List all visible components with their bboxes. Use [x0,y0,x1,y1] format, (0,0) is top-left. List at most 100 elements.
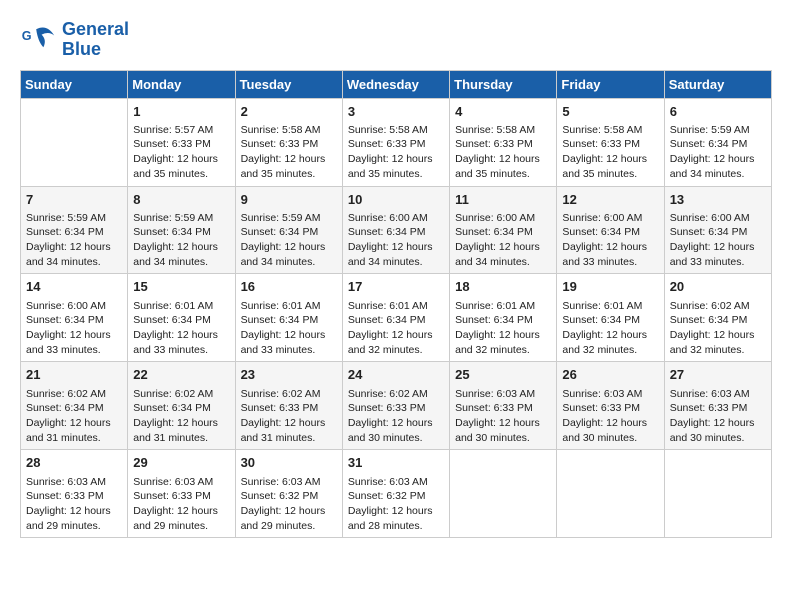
day-info: Sunrise: 5:58 AMSunset: 6:33 PMDaylight:… [241,123,337,182]
logo-text: GeneralBlue [62,20,129,60]
day-info: Sunrise: 6:03 AMSunset: 6:33 PMDaylight:… [562,387,658,446]
calendar-cell [664,450,771,538]
day-info: Sunrise: 6:02 AMSunset: 6:34 PMDaylight:… [133,387,229,446]
calendar-cell: 14 Sunrise: 6:00 AMSunset: 6:34 PMDayligh… [21,274,128,362]
logo-icon: G [20,22,56,58]
day-number: 21 [26,366,122,384]
calendar-cell: 24Sunrise: 6:02 AMSunset: 6:33 PMDayligh… [342,362,449,450]
calendar-cell: 9Sunrise: 5:59 AMSunset: 6:34 PMDaylight… [235,186,342,274]
day-number: 26 [562,366,658,384]
day-number: 25 [455,366,551,384]
day-info: Sunrise: 6:03 AMSunset: 6:33 PMDaylight:… [26,475,122,534]
calendar-cell: 22 Sunrise: 6:02 AMSunset: 6:34 PMDayligh… [128,362,235,450]
calendar-cell: 11 Sunrise: 6:00 AMSunset: 6:34 PMDayligh… [450,186,557,274]
day-number: 15 [133,278,229,296]
calendar-cell: 19 Sunrise: 6:01 AMSunset: 6:34 PMDayligh… [557,274,664,362]
calendar-cell: 8 Sunrise: 5:59 AMSunset: 6:34 PMDaylight… [128,186,235,274]
week-row-2: 7 Sunrise: 5:59 AMSunset: 6:34 PMDaylight… [21,186,772,274]
day-info: Sunrise: 6:03 AMSunset: 6:32 PMDaylight:… [241,475,337,534]
day-info: Sunrise: 6:00 AMSunset: 6:34 PMDaylight:… [26,299,122,358]
day-info: Sunrise: 6:02 AMSunset: 6:34 PMDaylight:… [670,299,766,358]
day-info: Sunrise: 5:57 AMSunset: 6:33 PMDaylight:… [133,123,229,182]
day-number: 24 [348,366,444,384]
day-info: Sunrise: 6:01 AMSunset: 6:34 PMDaylight:… [455,299,551,358]
svg-text:G: G [22,29,32,43]
column-header-saturday: Saturday [664,70,771,98]
column-header-wednesday: Wednesday [342,70,449,98]
page-header: G GeneralBlue [20,20,772,60]
calendar-cell: 20 Sunrise: 6:02 AMSunset: 6:34 PMDayligh… [664,274,771,362]
week-row-5: 28Sunrise: 6:03 AMSunset: 6:33 PMDayligh… [21,450,772,538]
calendar-cell: 1 Sunrise: 5:57 AMSunset: 6:33 PMDaylight… [128,98,235,186]
day-number: 6 [670,103,766,121]
day-info: Sunrise: 5:58 AMSunset: 6:33 PMDaylight:… [455,123,551,182]
day-number: 29 [133,454,229,472]
day-number: 27 [670,366,766,384]
day-number: 3 [348,103,444,121]
column-header-friday: Friday [557,70,664,98]
calendar-cell: 2 Sunrise: 5:58 AMSunset: 6:33 PMDaylight… [235,98,342,186]
calendar-table: SundayMondayTuesdayWednesdayThursdayFrid… [20,70,772,539]
day-number: 2 [241,103,337,121]
calendar-cell [450,450,557,538]
day-number: 16 [241,278,337,296]
day-number: 12 [562,191,658,209]
day-number: 4 [455,103,551,121]
calendar-cell: 31 Sunrise: 6:03 AMSunset: 6:32 PMDayligh… [342,450,449,538]
calendar-cell: 29 Sunrise: 6:03 AMSunset: 6:33 PMDayligh… [128,450,235,538]
day-info: Sunrise: 6:03 AMSunset: 6:33 PMDaylight:… [455,387,551,446]
day-number: 18 [455,278,551,296]
calendar-cell: 30Sunrise: 6:03 AMSunset: 6:32 PMDayligh… [235,450,342,538]
day-info: Sunrise: 6:01 AMSunset: 6:34 PMDaylight:… [562,299,658,358]
logo: G GeneralBlue [20,20,129,60]
day-number: 8 [133,191,229,209]
day-info: Sunrise: 6:01 AMSunset: 6:34 PMDaylight:… [348,299,444,358]
column-header-thursday: Thursday [450,70,557,98]
calendar-cell: 7 Sunrise: 5:59 AMSunset: 6:34 PMDaylight… [21,186,128,274]
day-number: 14 [26,278,122,296]
day-info: Sunrise: 6:03 AMSunset: 6:32 PMDaylight:… [348,475,444,534]
day-info: Sunrise: 6:03 AMSunset: 6:33 PMDaylight:… [133,475,229,534]
calendar-body: 1 Sunrise: 5:57 AMSunset: 6:33 PMDaylight… [21,98,772,538]
calendar-cell: 27 Sunrise: 6:03 AMSunset: 6:33 PMDayligh… [664,362,771,450]
day-info: Sunrise: 5:59 AMSunset: 6:34 PMDaylight:… [670,123,766,182]
day-number: 10 [348,191,444,209]
calendar-cell: 10 Sunrise: 6:00 AMSunset: 6:34 PMDayligh… [342,186,449,274]
day-info: Sunrise: 5:59 AMSunset: 6:34 PMDaylight:… [26,211,122,270]
day-info: Sunrise: 6:01 AMSunset: 6:34 PMDaylight:… [241,299,337,358]
calendar-cell [557,450,664,538]
calendar-cell: 15 Sunrise: 6:01 AMSunset: 6:34 PMDayligh… [128,274,235,362]
week-row-1: 1 Sunrise: 5:57 AMSunset: 6:33 PMDaylight… [21,98,772,186]
calendar-cell: 18 Sunrise: 6:01 AMSunset: 6:34 PMDayligh… [450,274,557,362]
day-info: Sunrise: 6:00 AMSunset: 6:34 PMDaylight:… [348,211,444,270]
calendar-cell: 12 Sunrise: 6:00 AMSunset: 6:34 PMDayligh… [557,186,664,274]
day-number: 22 [133,366,229,384]
calendar-cell: 25 Sunrise: 6:03 AMSunset: 6:33 PMDayligh… [450,362,557,450]
week-row-3: 14 Sunrise: 6:00 AMSunset: 6:34 PMDayligh… [21,274,772,362]
column-header-monday: Monday [128,70,235,98]
day-info: Sunrise: 6:03 AMSunset: 6:33 PMDaylight:… [670,387,766,446]
calendar-cell: 13Sunrise: 6:00 AMSunset: 6:34 PMDayligh… [664,186,771,274]
day-info: Sunrise: 5:59 AMSunset: 6:34 PMDaylight:… [241,211,337,270]
calendar-cell: 4 Sunrise: 5:58 AMSunset: 6:33 PMDaylight… [450,98,557,186]
day-info: Sunrise: 5:59 AMSunset: 6:34 PMDaylight:… [133,211,229,270]
calendar-cell: 6 Sunrise: 5:59 AMSunset: 6:34 PMDaylight… [664,98,771,186]
day-number: 1 [133,103,229,121]
calendar-cell: 5Sunrise: 5:58 AMSunset: 6:33 PMDaylight… [557,98,664,186]
day-number: 20 [670,278,766,296]
calendar-cell: 3Sunrise: 5:58 AMSunset: 6:33 PMDaylight… [342,98,449,186]
day-number: 17 [348,278,444,296]
week-row-4: 21 Sunrise: 6:02 AMSunset: 6:34 PMDayligh… [21,362,772,450]
day-number: 7 [26,191,122,209]
calendar-cell [21,98,128,186]
day-number: 19 [562,278,658,296]
day-info: Sunrise: 6:01 AMSunset: 6:34 PMDaylight:… [133,299,229,358]
day-info: Sunrise: 6:00 AMSunset: 6:34 PMDaylight:… [455,211,551,270]
column-header-tuesday: Tuesday [235,70,342,98]
calendar-cell: 17 Sunrise: 6:01 AMSunset: 6:34 PMDayligh… [342,274,449,362]
day-number: 11 [455,191,551,209]
day-info: Sunrise: 6:00 AMSunset: 6:34 PMDaylight:… [562,211,658,270]
column-header-sunday: Sunday [21,70,128,98]
day-number: 23 [241,366,337,384]
day-number: 31 [348,454,444,472]
